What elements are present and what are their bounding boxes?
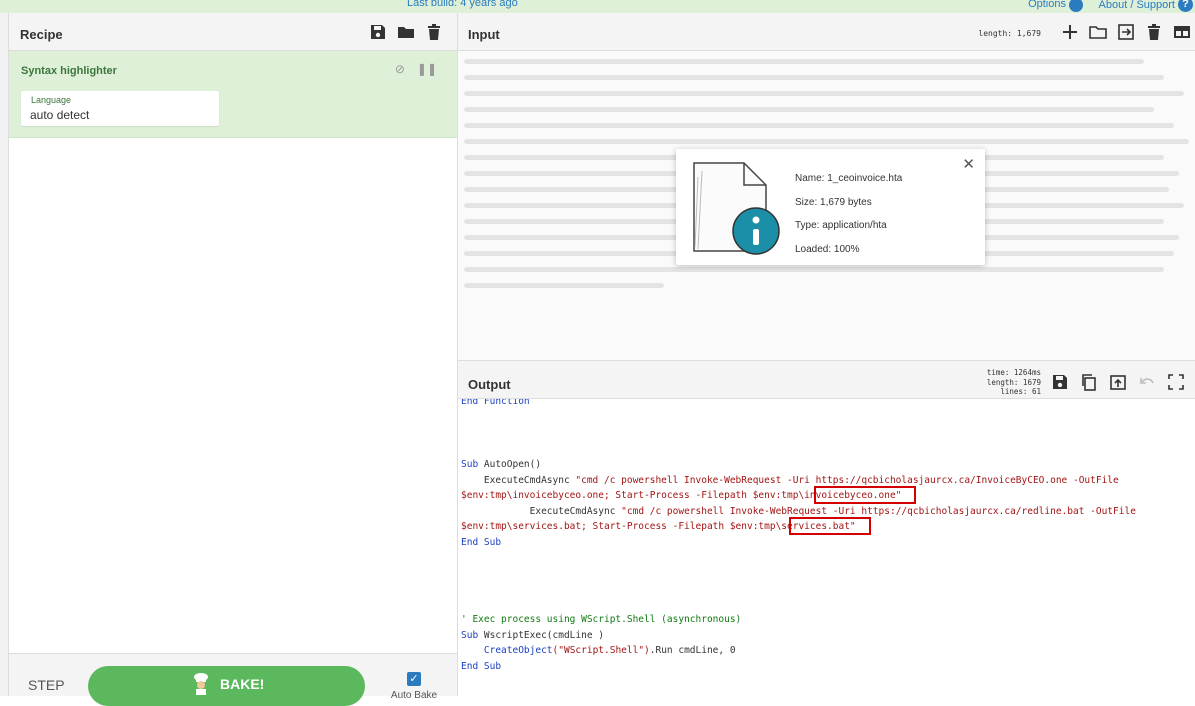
input-header: Input length: 1,679: [458, 13, 1195, 51]
operation-syntax-highlighter[interactable]: Syntax highlighter ⊘ ❚❚ Language auto de…: [9, 51, 457, 138]
code-line: ExecuteCmdAsync "cmd /c powershell Invok…: [461, 475, 1119, 486]
input-title: Input: [468, 27, 500, 42]
top-bar: Last build: 4 years ago Options About / …: [0, 0, 1195, 13]
code-line: End Sub: [461, 661, 502, 672]
file-name: Name: 1_ceoinvoice.hta: [795, 173, 903, 184]
bake-controls: STEP BAKE! ✓ Auto Bake: [9, 653, 457, 706]
language-select[interactable]: Language auto detect: [21, 91, 219, 126]
code-line: Sub WscriptExec(cmdLine ): [461, 630, 605, 641]
code-line: Sub AutoOpen(): [461, 459, 542, 470]
checkbox-checked-icon[interactable]: ✓: [407, 672, 421, 686]
code-line: CreateObject("WScript.Shell").Run cmdLin…: [483, 645, 736, 656]
output-title: Output: [468, 377, 511, 392]
code-line: End Sub: [461, 537, 502, 548]
last-build-text: Last build: 4 years ago: [407, 0, 518, 9]
output-text-area[interactable]: End Function Sub AutoOpen() ExecuteCmdAs…: [458, 399, 1195, 696]
bake-label: BAKE!: [220, 676, 265, 692]
output-panel: Output time: 1264ms length: 1679 lines: …: [458, 366, 1195, 696]
input-length: length: 1,679: [978, 29, 1041, 38]
fullscreen-icon[interactable]: [1167, 373, 1185, 391]
close-icon[interactable]: ✕: [962, 155, 975, 173]
file-loaded: Loaded: 100%: [795, 243, 860, 255]
output-length: length: 1679: [986, 377, 1041, 387]
recipe-header: Recipe: [9, 13, 457, 51]
add-tab-icon[interactable]: [1061, 23, 1079, 41]
output-lines: lines: 61: [1000, 387, 1041, 396]
disable-icon[interactable]: ⊘: [395, 62, 405, 76]
operations-panel-edge: [0, 13, 9, 696]
language-value: auto detect: [30, 108, 90, 122]
options-link[interactable]: Options: [1028, 0, 1083, 12]
replace-input-icon[interactable]: [1109, 373, 1127, 391]
file-type: Type: application/hta: [795, 220, 887, 231]
open-file-icon[interactable]: [1117, 23, 1135, 41]
about-label: About / Support: [1098, 0, 1175, 11]
input-text-area[interactable]: Name: 1_ceoinvoice.hta Size: 1,679 bytes…: [458, 51, 1195, 360]
code-line: ' Exec process using WScript.Shell (asyn…: [461, 614, 742, 625]
layout-icon[interactable]: [1173, 23, 1191, 41]
gear-icon: [1069, 0, 1083, 12]
auto-bake-toggle[interactable]: ✓ Auto Bake: [387, 672, 441, 701]
save-output-icon[interactable]: [1051, 373, 1069, 391]
bake-button[interactable]: BAKE!: [88, 666, 365, 706]
file-size: Size: 1,679 bytes: [795, 196, 872, 208]
recipe-title: Recipe: [20, 27, 63, 42]
step-button[interactable]: STEP: [28, 677, 65, 693]
open-folder-icon[interactable]: [1089, 23, 1107, 41]
recipe-panel: Recipe Syntax highlighter ⊘ ❚❚ Language …: [9, 13, 458, 706]
output-stats: time: 1264ms length: 1679 lines: 61: [987, 368, 1041, 397]
about-support-link[interactable]: About / Support ?: [1099, 0, 1193, 12]
highlight-box: [814, 486, 916, 504]
code-line: End Function: [461, 399, 530, 407]
pause-icon[interactable]: ❚❚: [417, 62, 437, 76]
save-icon[interactable]: [369, 23, 387, 41]
clear-input-icon[interactable]: [1145, 23, 1163, 41]
output-time: time: 1264ms: [986, 368, 1041, 377]
output-header: Output time: 1264ms length: 1679 lines: …: [458, 366, 1195, 399]
highlight-box: [789, 517, 871, 535]
chef-icon: [194, 673, 208, 695]
file-details-card: Name: 1_ceoinvoice.hta Size: 1,679 bytes…: [676, 149, 985, 265]
copy-icon[interactable]: [1080, 373, 1098, 391]
file-info-icon: [693, 162, 780, 255]
folder-icon[interactable]: [397, 23, 415, 41]
operation-title: Syntax highlighter: [21, 65, 117, 77]
undo-icon[interactable]: [1138, 373, 1156, 391]
language-label: Language: [31, 95, 72, 105]
help-icon: ?: [1178, 0, 1193, 12]
trash-icon[interactable]: [425, 23, 443, 41]
input-panel: Input length: 1,679 Name: 1_ceoinvoice.h…: [458, 13, 1195, 360]
options-label: Options: [1028, 0, 1066, 10]
